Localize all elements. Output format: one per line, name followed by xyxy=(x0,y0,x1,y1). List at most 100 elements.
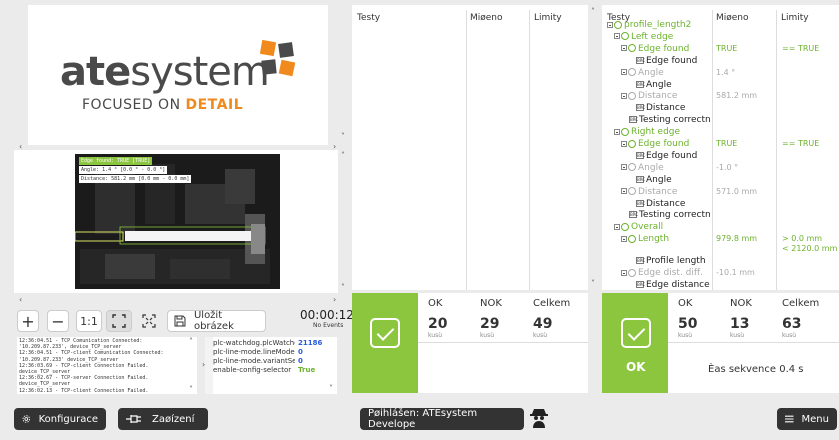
camera-scroll-right-arrow[interactable]: › xyxy=(333,296,336,304)
zoom-out-button[interactable]: − xyxy=(47,310,69,332)
component-icon: BRC xyxy=(636,151,646,159)
component-icon: BRC xyxy=(629,211,639,219)
tree-row[interactable]: Distance xyxy=(621,90,677,102)
expand-icon xyxy=(142,314,156,328)
log-line: 12:36:02.13 - TCP-client Connection Fail… xyxy=(19,387,149,394)
log-scroll-down-arrow[interactable]: ˅ xyxy=(189,386,193,394)
check-circle-icon xyxy=(621,222,629,231)
tree-row-label: Edge found xyxy=(646,55,698,66)
zoom-one-to-one-button[interactable]: 1:1 xyxy=(76,310,102,332)
collapse-icon[interactable] xyxy=(621,269,627,276)
tree-row-label: Overall xyxy=(631,222,664,233)
events-status: No Events xyxy=(313,322,344,329)
tree-row[interactable]: Edge dist. diff. xyxy=(621,267,703,279)
elapsed-timer: 00:00:12 xyxy=(300,308,354,322)
menu-label: Menu xyxy=(801,413,829,425)
column-header-limits: Limity xyxy=(534,13,562,23)
component-icon: BRC xyxy=(636,56,646,64)
vars-scroll-down-arrow[interactable]: ˅ xyxy=(329,385,333,393)
total-count-label: Celkem xyxy=(533,298,571,309)
camera-scroll-left-arrow[interactable]: ‹ xyxy=(19,296,22,304)
tree-row[interactable]: BRCTesting correctn xyxy=(621,114,711,126)
tree-row[interactable]: Overall xyxy=(614,221,663,233)
tree-row-label: Testing correctn xyxy=(639,210,711,221)
var-value: 0 xyxy=(298,357,303,365)
camera-image[interactable]: Edge found: TRUE [TRUE] Angle: 1.4 ° [0.… xyxy=(75,154,280,289)
variables-panel: › plc-watchdog.plcWatchdog21186 plc-line… xyxy=(202,337,337,394)
logged-in-user[interactable]: Pøihlášen: ATEsystem Develope xyxy=(360,408,524,430)
collapse-icon[interactable] xyxy=(621,92,627,99)
zoom-in-button[interactable]: + xyxy=(17,310,39,332)
save-image-button[interactable]: Uložit obrázek xyxy=(167,310,266,332)
scroll-down-arrow[interactable]: ˅ xyxy=(341,133,345,141)
collapse-icon[interactable] xyxy=(607,21,613,28)
measured-value: TRUE xyxy=(716,43,738,53)
collapse-icon[interactable] xyxy=(621,69,627,76)
total-count-label: Celkem xyxy=(782,298,820,309)
tree-row[interactable]: BRCAngle xyxy=(628,174,672,186)
tree-row-label: Angle xyxy=(646,79,672,90)
component-icon: BRC xyxy=(636,175,646,183)
var-name: plc-watchdog.plcWatchdog xyxy=(213,339,295,347)
tree-row[interactable]: Edge found xyxy=(621,138,689,150)
camera-scroll-up-arrow[interactable]: ˄ xyxy=(341,152,345,160)
fullscreen-button[interactable] xyxy=(136,310,162,332)
collapse-icon[interactable] xyxy=(614,33,620,40)
column-header-limits: Limity xyxy=(781,13,809,23)
tree-row[interactable]: BRCProfile length xyxy=(628,255,706,267)
tree-row[interactable]: BRCEdge found xyxy=(628,55,697,67)
nok-unit: kusù xyxy=(480,332,495,339)
collapse-icon[interactable] xyxy=(614,128,620,135)
tree-row[interactable]: BRCEdge found xyxy=(628,150,697,162)
left-table-scroll-down-arrow[interactable]: ˅ xyxy=(591,280,595,288)
tree-row[interactable]: BRCTesting correctn xyxy=(621,209,711,221)
gear-icon xyxy=(22,415,31,423)
collapse-icon[interactable] xyxy=(621,188,627,195)
total-unit: kusù xyxy=(782,332,797,339)
tree-row[interactable]: BRCAngle xyxy=(628,79,672,91)
tree-row-label: Length xyxy=(638,234,670,245)
check-circle-icon xyxy=(628,234,636,243)
tree-row-label: Distance xyxy=(638,186,678,197)
component-icon: BRC xyxy=(636,199,646,207)
left-table-scroll-up-arrow[interactable]: ˄ xyxy=(591,8,595,16)
tree-row[interactable]: Angle xyxy=(621,67,664,79)
measured-value: 1.4 ° xyxy=(716,67,736,77)
tree-row[interactable]: Angle xyxy=(621,162,664,174)
tree-row-label: profile_length2 xyxy=(624,20,692,30)
var-row: plc-line-mode.variantSelect0 xyxy=(213,357,333,366)
tree-row[interactable]: Distance xyxy=(621,186,677,198)
collapse-icon[interactable] xyxy=(621,140,627,147)
tree-row[interactable]: Edge found xyxy=(621,43,689,55)
measured-value: 581.2 mm xyxy=(716,91,758,101)
collapse-icon[interactable] xyxy=(614,223,620,230)
user-avatar-icon[interactable] xyxy=(530,408,548,428)
measured-value: 571.0 mm xyxy=(716,186,758,196)
collapse-icon[interactable] xyxy=(621,235,627,242)
measured-value: 979.8 mm xyxy=(716,234,758,244)
collapse-icon[interactable] xyxy=(621,45,627,52)
fit-to-window-button[interactable] xyxy=(106,310,132,332)
tree-row[interactable]: Length xyxy=(621,233,669,245)
event-log[interactable]: 12:36:04.51 - TCP Comunication Connected… xyxy=(17,337,197,394)
collapse-icon[interactable] xyxy=(621,164,627,171)
log-scroll-up-arrow[interactable]: ˄ xyxy=(189,338,193,346)
configuration-label: Konfigurace xyxy=(38,413,98,425)
var-row: plc-line-mode.lineMode 0 xyxy=(213,348,333,357)
devices-button[interactable]: Zaøízení xyxy=(118,408,208,430)
logo-panel: atesystem FOCUSED ON DETAIL xyxy=(28,5,328,145)
status-ok-label: OK xyxy=(626,360,646,374)
tree-row[interactable]: Left edge xyxy=(614,31,673,43)
menu-button[interactable]: Menu xyxy=(777,408,837,430)
tree-row-label: Angle xyxy=(638,67,664,78)
component-icon: BRC xyxy=(636,80,646,88)
tree-row-label: Distance xyxy=(646,198,686,209)
tree-row[interactable]: BRCDistance xyxy=(628,102,685,114)
configuration-button[interactable]: Konfigurace xyxy=(14,408,106,430)
camera-scroll-down-arrow[interactable]: ˅ xyxy=(341,284,345,292)
tree-row[interactable]: profile_length2 xyxy=(607,19,691,31)
tree-row[interactable]: Right edge xyxy=(614,126,680,138)
tree-row[interactable]: BRCDistance xyxy=(628,198,685,210)
tree-row[interactable]: BRCEdge distance xyxy=(628,279,710,291)
tree-row-label: Angle xyxy=(638,162,664,173)
